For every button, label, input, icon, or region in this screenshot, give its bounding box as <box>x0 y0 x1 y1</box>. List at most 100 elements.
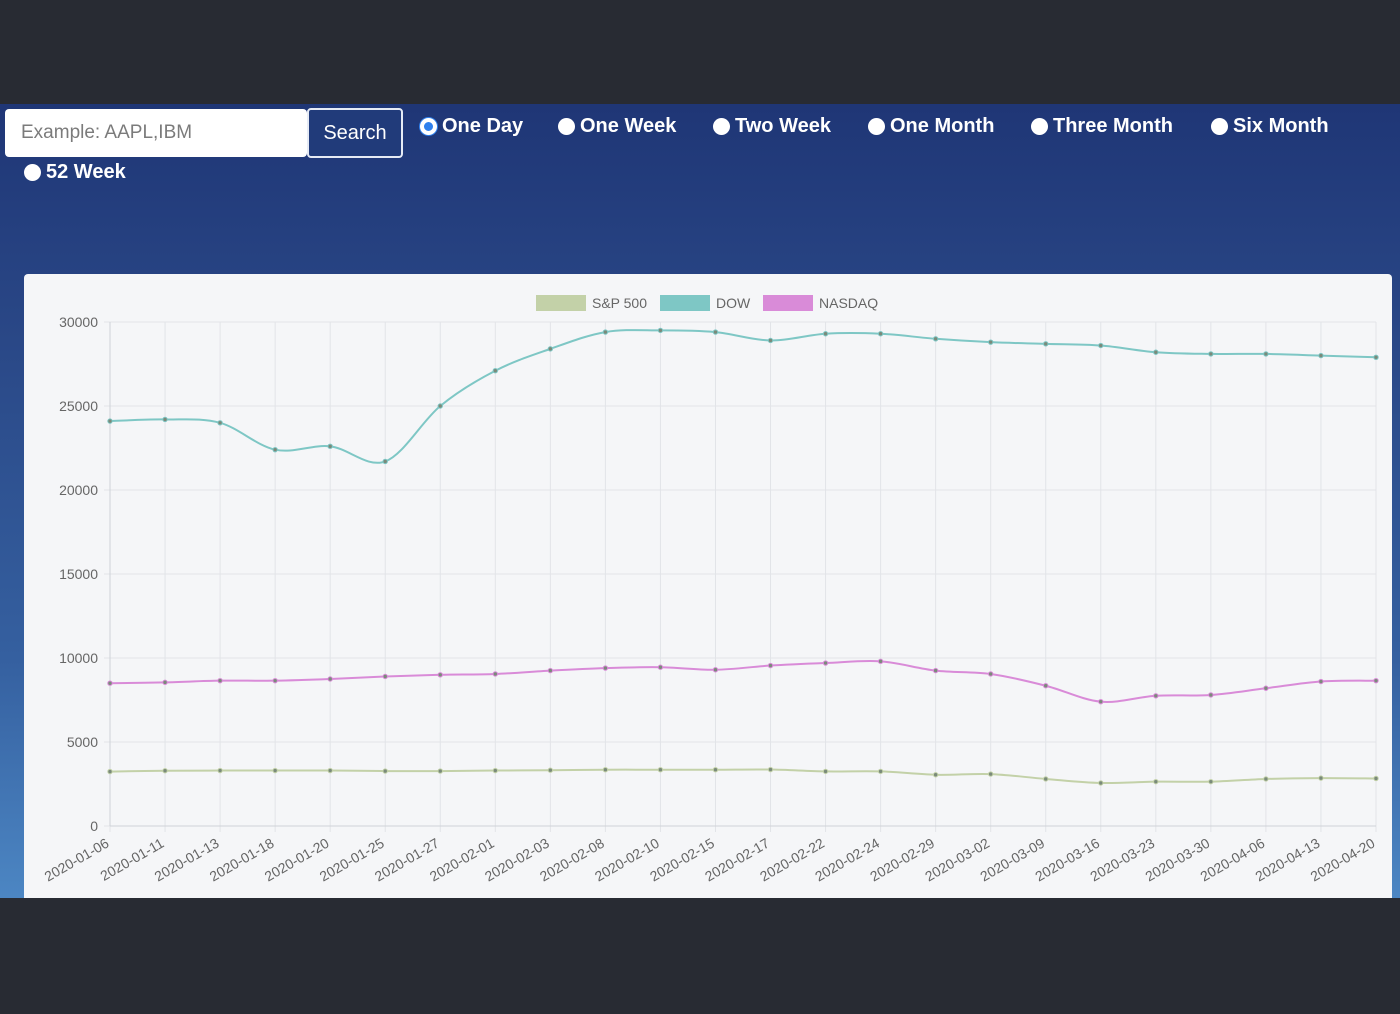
radio-icon[interactable] <box>868 118 885 135</box>
data-point-s-p-500 <box>1263 776 1269 782</box>
data-point-dow <box>987 339 994 345</box>
data-point-dow <box>767 337 774 344</box>
y-tick-label: 20000 <box>59 482 98 498</box>
data-point-dow <box>217 420 223 426</box>
data-point-s-p-500 <box>602 767 609 773</box>
data-point-s-p-500 <box>162 768 168 774</box>
range-label: Three Month <box>1053 115 1173 137</box>
radio-icon[interactable] <box>1031 118 1048 135</box>
data-point-nasdaq <box>1098 698 1104 705</box>
y-tick-label: 25000 <box>59 398 98 414</box>
y-tick-label: 30000 <box>59 314 98 330</box>
data-point-s-p-500 <box>1208 778 1214 785</box>
data-point-nasdaq <box>1043 683 1049 689</box>
data-point-dow <box>712 329 719 335</box>
data-point-s-p-500 <box>1098 780 1104 786</box>
chart-card: 0 5000 10000 15000 20000 25000 30000 2020-01-06… <box>24 274 1392 898</box>
data-point-s-p-500 <box>767 766 774 773</box>
y-tick-label: 0 <box>90 818 98 834</box>
data-point-nasdaq <box>1263 685 1269 691</box>
data-point-s-p-500 <box>932 772 939 778</box>
data-point-nasdaq <box>437 672 443 678</box>
data-point-dow <box>437 403 443 409</box>
range-option-one-day[interactable]: One Day <box>420 115 523 138</box>
data-point-dow <box>272 446 278 453</box>
legend-swatch-nasdaq <box>763 295 813 311</box>
range-option-three-month[interactable]: Three Month <box>1031 115 1173 138</box>
data-point-dow <box>657 327 664 334</box>
data-point-s-p-500 <box>217 767 223 774</box>
y-tick-label: 5000 <box>67 734 98 750</box>
y-tick-label: 15000 <box>59 566 98 582</box>
app-background: Search One Day One Week Two Week One Mon… <box>0 104 1400 898</box>
series-line-s-p-500 <box>109 768 1377 785</box>
data-point-s-p-500 <box>822 768 829 775</box>
legend-label-dow: DOW <box>716 295 751 311</box>
search-button[interactable]: Search <box>307 108 403 158</box>
data-point-nasdaq <box>1153 693 1159 699</box>
data-point-s-p-500 <box>1373 775 1379 782</box>
range-label: One Day <box>442 115 524 137</box>
data-point-dow <box>932 336 939 342</box>
symbol-search-input[interactable] <box>5 109 307 157</box>
data-point-s-p-500 <box>712 767 719 773</box>
data-point-nasdaq <box>1318 678 1324 685</box>
data-point-s-p-500 <box>877 768 884 775</box>
range-label: One Month <box>890 115 995 137</box>
range-option-one-week[interactable]: One Week <box>558 115 676 138</box>
radio-icon[interactable] <box>1211 118 1228 135</box>
line-chart: 0500010000150002000025000300002020-01-06… <box>41 295 1379 884</box>
series-line-nasdaq <box>109 659 1377 703</box>
data-point-dow <box>1208 351 1214 357</box>
data-point-nasdaq <box>712 667 719 673</box>
data-point-dow <box>382 458 388 465</box>
range-label: 52 Week <box>46 161 126 183</box>
data-point-dow <box>602 329 609 335</box>
data-point-dow <box>1098 342 1104 349</box>
data-point-s-p-500 <box>327 767 333 774</box>
legend-swatch-s-p-500 <box>536 295 586 311</box>
data-point-nasdaq <box>877 658 884 665</box>
data-point-s-p-500 <box>107 768 113 775</box>
data-point-dow <box>162 416 168 423</box>
data-point-nasdaq <box>217 677 223 684</box>
legend-label-s-p-500: S&P 500 <box>592 295 647 311</box>
data-point-s-p-500 <box>437 768 443 774</box>
data-point-nasdaq <box>822 660 829 666</box>
data-point-nasdaq <box>162 679 168 686</box>
data-point-nasdaq <box>602 665 609 671</box>
data-point-nasdaq <box>547 667 554 674</box>
data-point-s-p-500 <box>1318 775 1324 781</box>
data-point-dow <box>877 331 884 337</box>
data-point-nasdaq <box>1373 677 1379 684</box>
legend-swatch-dow <box>660 295 710 311</box>
data-point-s-p-500 <box>492 767 499 774</box>
data-point-nasdaq <box>657 664 664 670</box>
range-option-52-week[interactable]: 52 Week <box>24 161 126 184</box>
y-tick-label: 10000 <box>59 650 98 666</box>
data-point-dow <box>107 418 113 424</box>
data-point-nasdaq <box>767 662 774 669</box>
data-point-dow <box>1263 351 1269 357</box>
data-point-nasdaq <box>107 680 113 686</box>
radio-selected-icon[interactable] <box>420 118 437 135</box>
data-point-dow <box>327 443 333 450</box>
range-label: One Week <box>580 115 677 137</box>
radio-icon[interactable] <box>24 164 41 181</box>
data-point-dow <box>492 368 499 374</box>
data-point-nasdaq <box>272 677 278 684</box>
range-option-one-month[interactable]: One Month <box>868 115 994 138</box>
data-point-s-p-500 <box>272 767 278 774</box>
radio-icon[interactable] <box>713 118 730 135</box>
data-point-nasdaq <box>382 673 388 680</box>
data-point-nasdaq <box>327 676 333 682</box>
range-option-six-month[interactable]: Six Month <box>1211 115 1329 138</box>
range-option-two-week[interactable]: Two Week <box>713 115 831 138</box>
data-point-dow <box>1373 354 1379 360</box>
data-point-s-p-500 <box>382 768 388 774</box>
data-point-s-p-500 <box>547 767 554 773</box>
data-point-dow <box>1318 352 1324 359</box>
radio-icon[interactable] <box>558 118 575 135</box>
series-line-dow <box>109 329 1377 464</box>
data-point-nasdaq <box>932 667 939 674</box>
